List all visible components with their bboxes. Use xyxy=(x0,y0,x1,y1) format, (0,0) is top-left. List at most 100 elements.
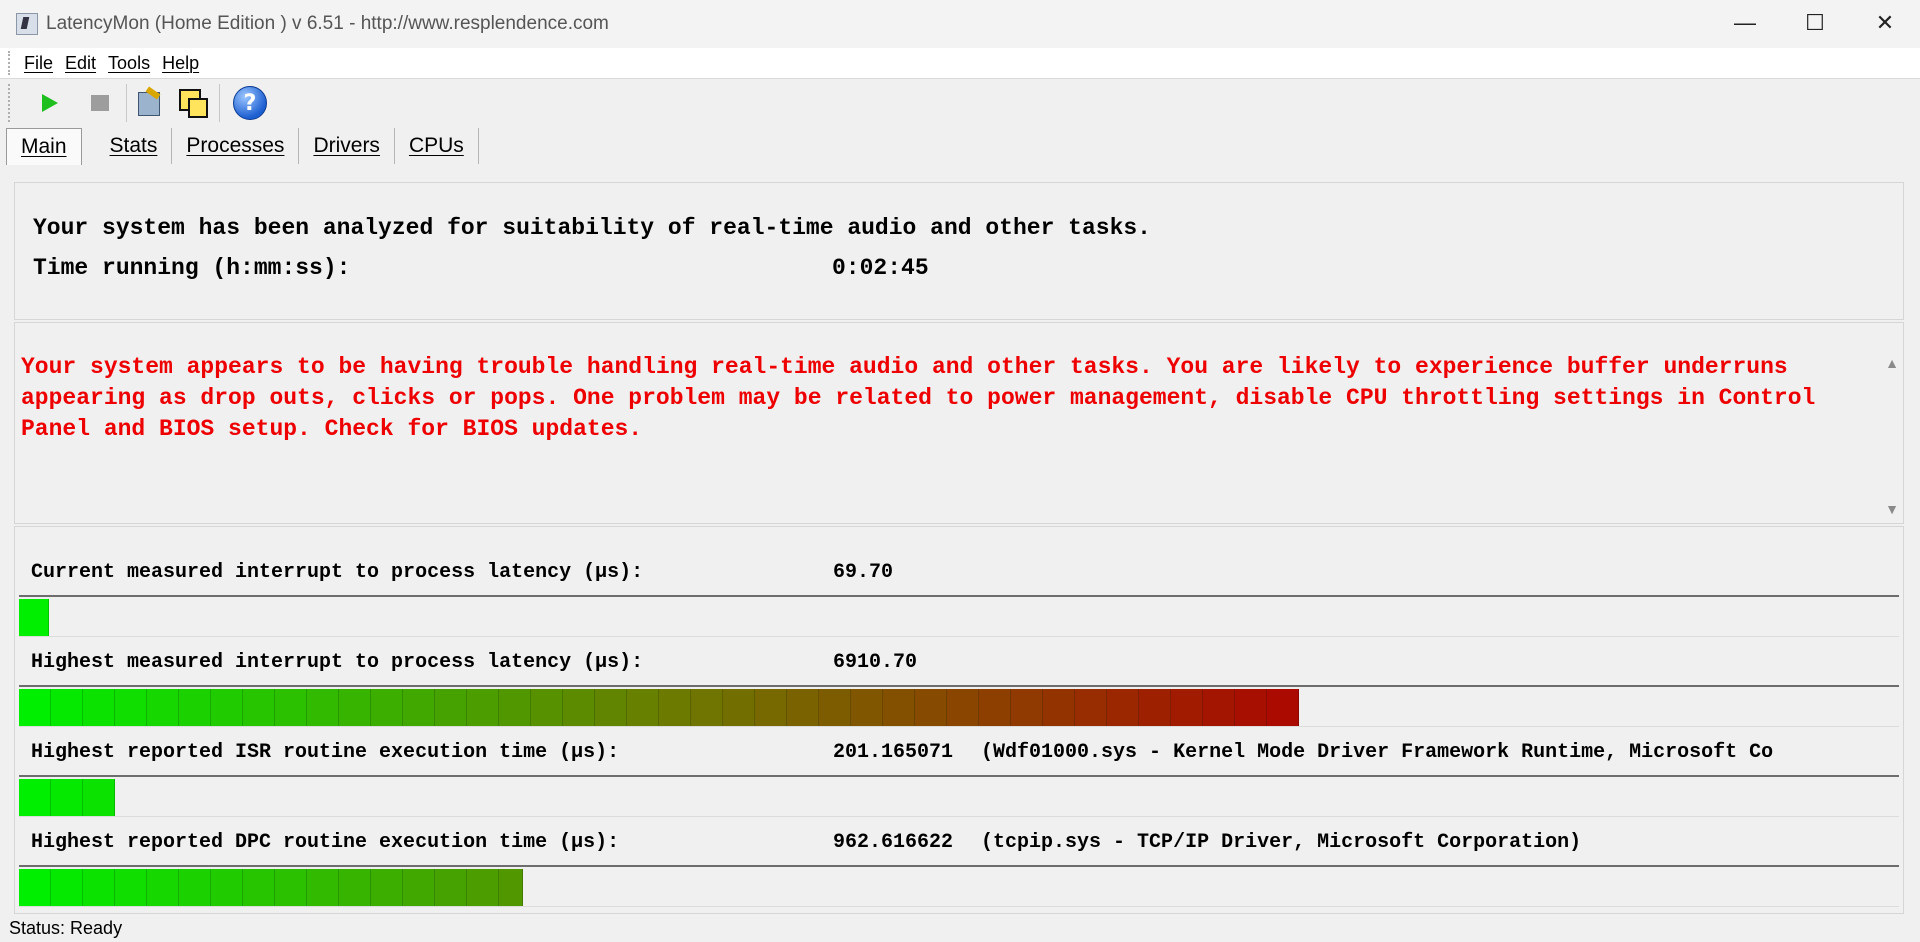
bar-segment xyxy=(499,689,531,726)
maximize-button[interactable]: ☐ xyxy=(1780,0,1850,46)
stop-icon xyxy=(91,95,109,111)
windows-icon xyxy=(178,88,208,118)
bar-segment xyxy=(83,689,115,726)
bar-segment xyxy=(19,779,51,816)
metric-value: 962.616622 (tcpip.sys - TCP/IP Driver, Mi… xyxy=(833,831,1582,854)
help-button[interactable]: ? xyxy=(232,85,268,121)
menu-tools[interactable]: Tools xyxy=(108,53,150,74)
bar-segment xyxy=(115,689,147,726)
bar-segment xyxy=(179,689,211,726)
windows-button[interactable] xyxy=(175,85,211,121)
window-controls: — ☐ ✕ xyxy=(1710,0,1920,46)
bar-segment xyxy=(1203,689,1235,726)
time-running-value: 0:02:45 xyxy=(832,255,929,281)
bar-segment xyxy=(851,689,883,726)
metric-driver: (Wdf01000.sys - Kernel Mode Driver Frame… xyxy=(981,741,1774,764)
analysis-text: Your system has been analyzed for suitab… xyxy=(33,215,1151,241)
bar-segment xyxy=(403,689,435,726)
start-button[interactable] xyxy=(32,85,68,121)
metric-value: 69.70 xyxy=(833,561,894,584)
bar-segment xyxy=(435,869,467,906)
bar-segment xyxy=(659,689,691,726)
latency-bar xyxy=(19,865,1899,907)
bar-segment xyxy=(51,779,83,816)
bar-segment xyxy=(83,869,115,906)
latency-bar xyxy=(19,775,1899,817)
bar-segment xyxy=(531,689,563,726)
tab-main[interactable]: Main xyxy=(6,127,82,165)
help-icon: ? xyxy=(233,86,267,120)
bar-segment xyxy=(275,869,307,906)
properties-button[interactable] xyxy=(133,85,169,121)
bar-segment xyxy=(307,869,339,906)
stop-button[interactable] xyxy=(82,85,118,121)
menu-bar: File Edit Tools Help xyxy=(0,48,1920,79)
metric-value: 201.165071 (Wdf01000.sys - Kernel Mode Dr… xyxy=(833,741,1774,764)
bar-segment xyxy=(115,869,147,906)
bar-segment xyxy=(467,869,499,906)
bar-segment xyxy=(51,689,83,726)
app-icon xyxy=(16,13,38,35)
bar-segment xyxy=(179,869,211,906)
bar-segment xyxy=(403,869,435,906)
bar-segment xyxy=(467,689,499,726)
status-bar: Status: Ready xyxy=(0,914,1920,942)
bar-segment xyxy=(275,689,307,726)
close-button[interactable]: ✕ xyxy=(1850,0,1920,46)
bar-segment xyxy=(1011,689,1043,726)
bar-segment xyxy=(243,869,275,906)
tab-cpus[interactable]: CPUs xyxy=(395,128,479,164)
bar-segment xyxy=(1107,689,1139,726)
latency-metrics-panel: Current measured interrupt to process la… xyxy=(14,526,1904,914)
tab-stats[interactable]: Stats xyxy=(96,128,173,164)
bar-segment xyxy=(147,689,179,726)
time-running-label: Time running (h:mm:ss): xyxy=(33,255,351,281)
bar-segment xyxy=(1171,689,1203,726)
properties-icon xyxy=(136,86,166,118)
menu-file[interactable]: File xyxy=(24,53,53,74)
metric-label: Highest reported DPC routine execution t… xyxy=(31,831,620,854)
bar-segment xyxy=(1235,689,1267,726)
bar-segment xyxy=(147,869,179,906)
bar-segment xyxy=(755,689,787,726)
menubar-grip xyxy=(8,51,14,75)
bar-segment xyxy=(371,689,403,726)
bar-segment xyxy=(1267,689,1299,726)
bar-segment xyxy=(787,689,819,726)
verdict-panel[interactable]: Your system appears to be having trouble… xyxy=(14,322,1904,524)
bar-segment xyxy=(339,689,371,726)
title-bar[interactable]: LatencyMon (Home Edition ) v 6.51 - http… xyxy=(0,0,1920,48)
bar-segment xyxy=(1139,689,1171,726)
minimize-button[interactable]: — xyxy=(1710,0,1780,46)
bar-segment xyxy=(979,689,1011,726)
bar-segment xyxy=(563,689,595,726)
scroll-down-arrow[interactable]: ▼ xyxy=(1885,501,1899,517)
metric-label: Highest reported ISR routine execution t… xyxy=(31,741,620,764)
metric-label: Current measured interrupt to process la… xyxy=(31,561,644,584)
bar-segment xyxy=(83,779,115,816)
bar-segment xyxy=(819,689,851,726)
summary-panel: Your system has been analyzed for suitab… xyxy=(14,182,1904,320)
scroll-up-arrow[interactable]: ▲ xyxy=(1885,355,1899,371)
metric-label: Highest measured interrupt to process la… xyxy=(31,651,644,674)
latency-bar xyxy=(19,685,1899,727)
tab-processes[interactable]: Processes xyxy=(172,128,300,164)
menu-help[interactable]: Help xyxy=(162,53,199,74)
tab-drivers[interactable]: Drivers xyxy=(299,128,395,164)
toolbar-separator xyxy=(126,84,127,122)
bar-segment xyxy=(915,689,947,726)
metric-value: 6910.70 xyxy=(833,651,918,674)
bar-segment xyxy=(723,689,755,726)
bar-segment xyxy=(211,869,243,906)
bar-segment xyxy=(595,689,627,726)
metric-driver: (tcpip.sys - TCP/IP Driver, Microsoft Co… xyxy=(981,831,1582,854)
latency-bar xyxy=(19,595,1899,637)
bar-segment xyxy=(51,869,83,906)
bar-segment xyxy=(435,689,467,726)
bar-segment xyxy=(307,689,339,726)
bar-segment xyxy=(1075,689,1107,726)
bar-segment xyxy=(1043,689,1075,726)
bar-segment xyxy=(947,689,979,726)
menu-edit[interactable]: Edit xyxy=(65,53,96,74)
bar-segment xyxy=(19,599,49,636)
